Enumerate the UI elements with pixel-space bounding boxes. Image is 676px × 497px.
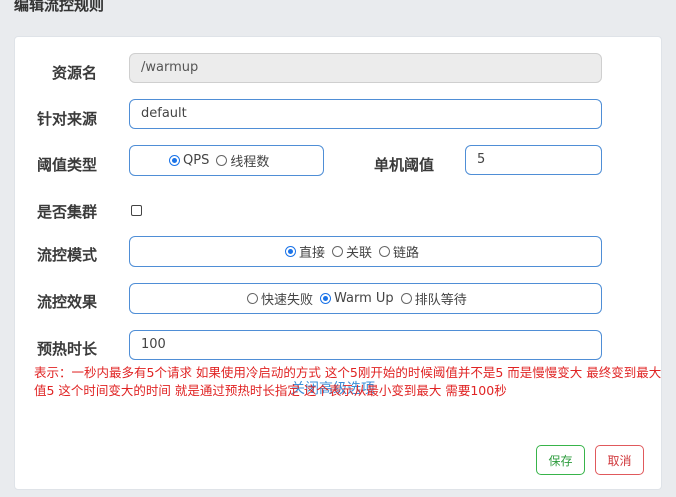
flow-mode-group: 直接 关联 链路 bbox=[129, 236, 602, 267]
threshold-type-group: QPS 线程数 bbox=[129, 145, 324, 176]
flow-rule-dialog: 资源名 /warmup 针对来源 default 阈值类型 QPS 线程数 单机… bbox=[14, 36, 662, 490]
cluster-label: 是否集群 bbox=[37, 203, 98, 221]
option-label: 线程数 bbox=[230, 155, 270, 170]
radio-unchecked-icon bbox=[332, 246, 344, 257]
radio-unchecked-icon bbox=[247, 293, 258, 304]
radio-checked-icon bbox=[285, 246, 296, 257]
radio-checked-icon bbox=[320, 293, 332, 304]
save-button[interactable]: 保存 bbox=[536, 445, 585, 475]
single-threshold-label: 单机阈值 bbox=[374, 156, 435, 174]
option-label: 链路 bbox=[393, 246, 420, 261]
dialog-title: 编辑流控规则 bbox=[14, 0, 105, 14]
limit-app-input[interactable]: default bbox=[129, 99, 602, 129]
flow-mode-option-relate[interactable]: 关联 bbox=[332, 242, 372, 261]
resource-name-input: /warmup bbox=[129, 53, 602, 83]
warmup-period-label: 预热时长 bbox=[37, 340, 98, 358]
flow-effect-option-fast-fail[interactable]: 快速失败 bbox=[247, 289, 313, 308]
threshold-type-label: 阈值类型 bbox=[37, 156, 98, 174]
flow-effect-label: 流控效果 bbox=[37, 293, 98, 311]
flow-effect-group: 快速失败 Warm Up 排队等待 bbox=[129, 283, 602, 314]
threshold-type-option-thread[interactable]: 线程数 bbox=[216, 151, 269, 170]
option-label: 关联 bbox=[346, 246, 373, 261]
option-label: 直接 bbox=[299, 246, 326, 261]
single-threshold-input[interactable]: 5 bbox=[465, 145, 602, 175]
radio-unchecked-icon bbox=[379, 246, 391, 257]
option-label: 快速失败 bbox=[261, 293, 314, 308]
threshold-type-option-qps[interactable]: QPS bbox=[169, 153, 209, 168]
warmup-period-input[interactable]: 100 bbox=[129, 330, 602, 360]
radio-unchecked-icon bbox=[216, 155, 228, 166]
flow-mode-option-direct[interactable]: 直接 bbox=[285, 242, 325, 261]
radio-unchecked-icon bbox=[400, 293, 412, 304]
radio-checked-icon bbox=[169, 155, 180, 166]
option-label: QPS bbox=[183, 153, 210, 168]
limit-app-label: 针对来源 bbox=[37, 110, 98, 128]
flow-effect-option-warm-up[interactable]: Warm Up bbox=[320, 291, 394, 306]
cluster-checkbox[interactable] bbox=[131, 205, 142, 216]
flow-mode-label: 流控模式 bbox=[37, 246, 98, 264]
resource-name-label: 资源名 bbox=[52, 64, 98, 82]
cancel-button[interactable]: 取消 bbox=[595, 445, 644, 475]
option-label: Warm Up bbox=[334, 291, 394, 306]
warmup-explanation-note: 表示：一秒内最多有5个请求 如果使用冷启动的方式 这个5刚开始的时候阈值并不是5… bbox=[34, 365, 662, 398]
option-label: 排队等待 bbox=[414, 293, 467, 308]
flow-effect-option-queue[interactable]: 排队等待 bbox=[400, 289, 467, 308]
flow-mode-option-chain[interactable]: 链路 bbox=[379, 242, 419, 261]
